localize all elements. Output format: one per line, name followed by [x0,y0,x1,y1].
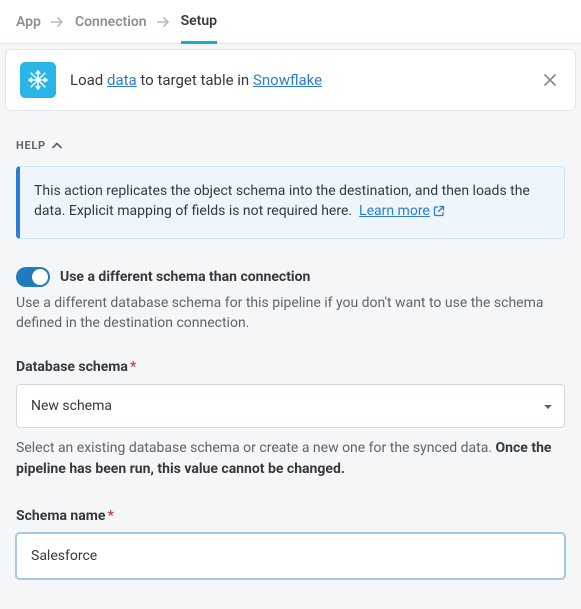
toggle-label: Use a different schema than connection [60,269,310,285]
wizard-tabs: App Connection Setup [0,0,581,44]
close-button[interactable] [539,69,561,91]
step-header: Load data to target table in Snowflake [5,49,576,111]
step-title: Load data to target table in Snowflake [70,71,322,89]
info-banner: This action replicates the object schema… [16,166,565,239]
db-schema-value: New schema [31,398,112,414]
use-different-schema-toggle[interactable] [16,267,50,287]
db-schema-label: Database schema* [16,359,565,375]
required-asterisk: * [130,359,136,375]
tab-app[interactable]: App [16,2,41,42]
help-toggle[interactable]: HELP [16,139,62,152]
data-link[interactable]: data [107,71,137,89]
external-link-icon [433,203,445,223]
tab-setup[interactable]: Setup [181,1,217,44]
schema-name-label: Schema name* [16,508,565,524]
caret-down-icon [543,398,553,414]
form-body: HELP This action replicates the object s… [0,111,581,609]
title-word: to target table in [140,71,249,89]
db-schema-help: Select an existing database schema or cr… [16,438,565,480]
toggle-help-text: Use a different database schema for this… [16,293,565,334]
snowflake-icon [20,62,56,98]
required-asterisk: * [107,508,113,524]
db-schema-select[interactable]: New schema [16,384,565,428]
info-text: This action replicates the object schema… [34,183,530,219]
arrow-right-icon [51,17,65,27]
close-icon [543,73,557,87]
learn-more-link[interactable]: Learn more [359,203,445,219]
schema-name-input[interactable] [16,533,565,579]
schema-toggle-row: Use a different schema than connection [16,267,565,287]
arrow-right-icon [157,17,171,27]
destination-link[interactable]: Snowflake [253,71,322,89]
tab-connection[interactable]: Connection [75,2,147,42]
title-word: Load [70,71,103,89]
chevron-up-icon [52,142,62,149]
help-label: HELP [16,139,46,152]
